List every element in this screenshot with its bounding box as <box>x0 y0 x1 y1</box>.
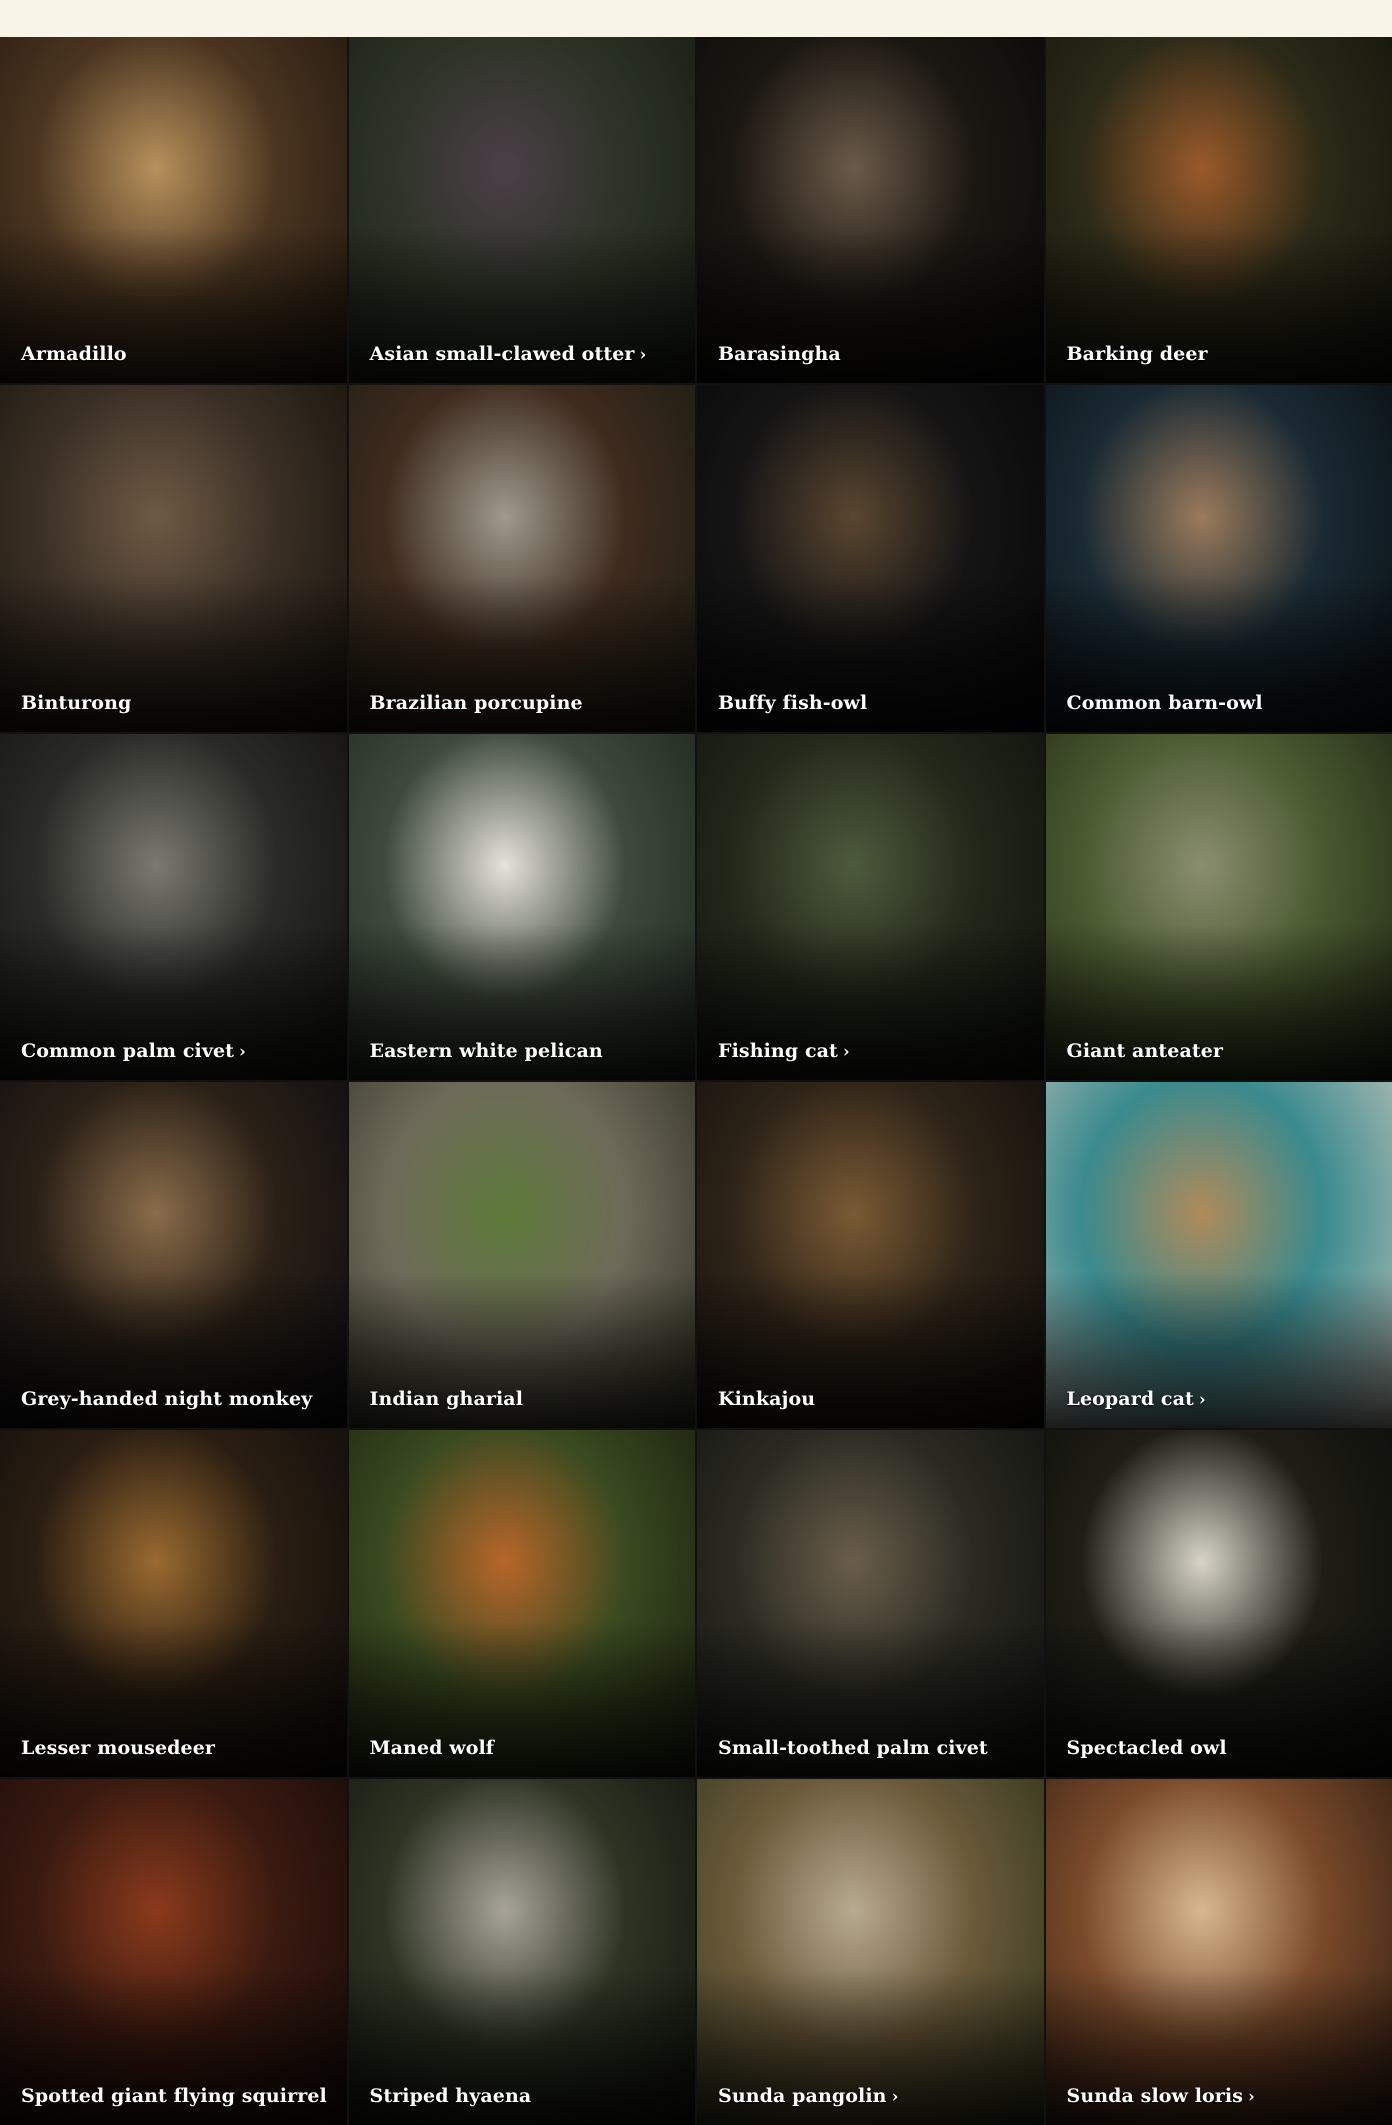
animal-name-label: Giant anteater› <box>1067 1040 1381 1062</box>
animal-name-label: Common palm civet › <box>21 1040 335 1062</box>
animal-card-sunda-pangolin[interactable]: Sunda pangolin › <box>697 1778 1044 2125</box>
animal-name: Eastern white pelican <box>369 1040 603 1062</box>
animal-name-label: Indian gharial› <box>370 1388 684 1410</box>
animal-name-label: Sunda slow loris › <box>1067 2085 1381 2107</box>
animal-name: Barasingha <box>718 343 841 366</box>
chevron-right-icon: › <box>891 2087 899 2107</box>
animal-name-label: Striped hyaena› <box>370 2085 684 2107</box>
chevron-right-icon: › <box>842 1042 850 1062</box>
animal-name-label: Small-toothed palm civet› <box>718 1737 1032 1759</box>
animal-name-label: Maned wolf› <box>370 1737 684 1759</box>
animal-name-label: Spectacled owl› <box>1067 1737 1381 1759</box>
animal-name: Kinkajou <box>718 1388 816 1411</box>
animal-card-spotted-giant-flying-squirrel[interactable]: Spotted giant flying squirrel› <box>0 1778 347 2125</box>
animal-name: Binturong <box>21 691 132 714</box>
animal-card-maned-wolf[interactable]: Maned wolf› <box>348 1430 695 1777</box>
animal-name-label: Grey-handed night monkey› <box>21 1388 335 1410</box>
animal-name: Fishing cat <box>718 1040 838 1062</box>
animal-name-label: Sunda pangolin › <box>718 2085 1032 2107</box>
animal-card-small-toothed-palm-civet[interactable]: Small-toothed palm civet› <box>697 1430 1044 1777</box>
animal-card-lesser-mousedeer[interactable]: Lesser mousedeer› <box>0 1430 347 1777</box>
animal-card-grey-handed-night-monkey[interactable]: Grey-handed night monkey› <box>0 1082 347 1429</box>
page-header-band <box>0 0 1392 37</box>
animal-name-label: Barking deer› <box>1067 343 1381 365</box>
animal-name: Buffy fish-owl <box>718 691 868 714</box>
animal-name: Indian gharial <box>369 1388 524 1411</box>
animal-name-label: Barasingha› <box>718 343 1032 365</box>
animal-name-label: Brazilian porcupine› <box>370 692 684 714</box>
animal-name: Small-toothed palm civet <box>718 1736 988 1759</box>
animal-name: Barking deer <box>1066 343 1208 366</box>
animal-name-label: Lesser mousedeer› <box>21 1737 335 1759</box>
animal-card-barking-deer[interactable]: Barking deer› <box>1045 37 1392 384</box>
animal-name: Common palm civet <box>21 1040 235 1062</box>
animal-name: Brazilian porcupine <box>369 691 583 714</box>
chevron-right-icon: › <box>239 1042 246 1062</box>
chevron-right-icon: › <box>639 345 647 366</box>
chevron-right-icon: › <box>1248 2087 1255 2107</box>
animal-name: Maned wolf <box>369 1736 495 1759</box>
animal-name: Armadillo <box>21 343 127 366</box>
animal-name-label: Leopard cat › <box>1067 1388 1381 1410</box>
animal-name: Common barn-owl <box>1066 691 1263 714</box>
animal-name: Leopard cat <box>1066 1388 1194 1411</box>
animal-name-label: Kinkajou› <box>718 1388 1032 1410</box>
animal-name: Giant anteater <box>1066 1040 1224 1062</box>
animal-name: Striped hyaena <box>369 2085 532 2107</box>
animal-card-giant-anteater[interactable]: Giant anteater› <box>1045 733 1392 1080</box>
animal-card-indian-gharial[interactable]: Indian gharial› <box>348 1082 695 1429</box>
animal-grid: Armadillo›Asian small-clawed otter›Baras… <box>0 37 1392 2125</box>
animal-card-asian-small-clawed-otter[interactable]: Asian small-clawed otter › <box>348 37 695 384</box>
animal-name: Grey-handed night monkey <box>21 1388 313 1411</box>
animal-card-spectacled-owl[interactable]: Spectacled owl› <box>1045 1430 1392 1777</box>
animal-card-buffy-fish-owl[interactable]: Buffy fish-owl› <box>697 385 1044 732</box>
animal-card-binturong[interactable]: Binturong› <box>0 385 347 732</box>
animal-card-common-palm-civet[interactable]: Common palm civet › <box>0 733 347 1080</box>
animal-name-label: Common barn-owl› <box>1067 692 1381 714</box>
animal-card-armadillo[interactable]: Armadillo› <box>0 37 347 384</box>
animal-name-label: Eastern white pelican› <box>370 1040 684 1062</box>
animal-card-fishing-cat[interactable]: Fishing cat › <box>697 733 1044 1080</box>
animal-card-common-barn-owl[interactable]: Common barn-owl› <box>1045 385 1392 732</box>
animal-name: Sunda slow loris <box>1066 2085 1244 2107</box>
animal-name: Spotted giant flying squirrel <box>21 2085 327 2107</box>
animal-card-brazilian-porcupine[interactable]: Brazilian porcupine› <box>348 385 695 732</box>
animal-card-barasingha[interactable]: Barasingha› <box>697 37 1044 384</box>
animal-name: Spectacled owl <box>1066 1736 1227 1759</box>
animal-name-label: Buffy fish-owl› <box>718 692 1032 714</box>
animal-card-kinkajou[interactable]: Kinkajou› <box>697 1082 1044 1429</box>
animal-name: Asian small-clawed otter <box>369 343 635 366</box>
animal-name-label: Spotted giant flying squirrel› <box>21 2085 335 2107</box>
animal-name-label: Fishing cat › <box>718 1040 1032 1062</box>
animal-card-striped-hyaena[interactable]: Striped hyaena› <box>348 1778 695 2125</box>
chevron-right-icon: › <box>1198 1390 1206 1411</box>
animal-name: Lesser mousedeer <box>21 1736 216 1759</box>
animal-card-eastern-white-pelican[interactable]: Eastern white pelican› <box>348 733 695 1080</box>
animal-name-label: Asian small-clawed otter › <box>370 343 684 365</box>
animal-name-label: Binturong› <box>21 692 335 714</box>
animal-name: Sunda pangolin <box>718 2085 887 2107</box>
animal-name-label: Armadillo› <box>21 343 335 365</box>
animal-card-sunda-slow-loris[interactable]: Sunda slow loris › <box>1045 1778 1392 2125</box>
animal-card-leopard-cat[interactable]: Leopard cat › <box>1045 1082 1392 1429</box>
